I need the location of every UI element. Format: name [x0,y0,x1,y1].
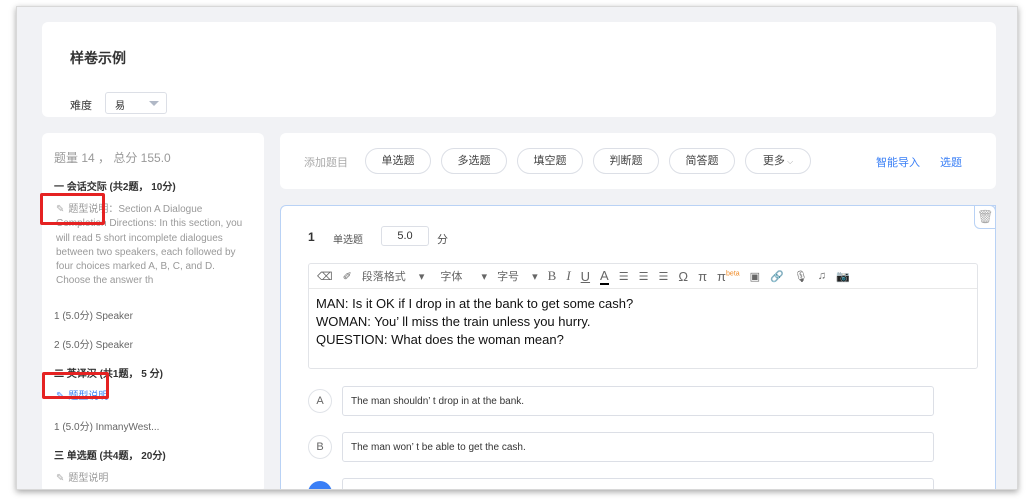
align-right-icon[interactable]: ☰ [658,270,668,283]
align-center-icon[interactable]: ☰ [639,270,649,283]
highlight-box [40,193,105,225]
difficulty-value: 易 [115,101,125,112]
outline-item[interactable]: 2 (5.0分) Speaker [54,336,252,351]
option-input[interactable]: The man shouldn’ t drop in at the bank. [342,386,934,416]
app-window: 样卷示例 难度 易 题量 14 ， 总分 155.0 一 会话交际 (共2题， … [16,6,1018,490]
option-row: B The man won’ t be able to get the cash… [308,432,934,462]
paper-header: 样卷示例 难度 易 [42,22,996,117]
smart-import-link[interactable]: 智能导入 [876,154,920,170]
pencil-icon: ✎ [56,473,65,485]
bold-icon[interactable]: B [548,268,557,284]
score-unit: 分 [437,234,448,246]
font-dropdown[interactable]: 字体 ▾ [440,268,487,284]
difficulty-label: 难度 [70,100,92,112]
highlight-box [42,372,109,399]
font-color-icon[interactable]: A [600,268,609,285]
question-type: 单选题 [333,235,363,246]
add-true-false-button[interactable]: 判断题 [593,148,659,174]
omega-icon[interactable]: Ω [678,269,688,284]
microphone-icon[interactable]: 🎙 [794,270,808,283]
image-icon[interactable]: ▣ [750,270,760,283]
option-letter[interactable] [308,481,332,489]
font-size-dropdown[interactable]: 字号 ▾ [497,268,538,284]
option-input[interactable] [342,478,934,489]
section-title: 三 单选题 (共4题， 20分) [54,451,166,463]
italic-icon[interactable]: I [566,268,570,284]
beta-badge: beta [726,270,740,278]
content-line: MAN: Is it OK if I drop in at the bank t… [316,296,634,311]
rich-text-editor[interactable]: ⌫ ✐ 段落格式 ▾ 字体 ▾ 字号 ▾ B I U A ☰ ☰ ☰ Ω π π… [308,263,978,369]
option-letter[interactable]: B [308,435,332,459]
add-short-answer-button[interactable]: 简答题 [669,148,735,174]
section-title: 一 会话交际 (共2题， 10分) [54,182,176,193]
align-left-icon[interactable]: ☰ [619,270,629,283]
editor-content[interactable]: MAN: Is it OK if I drop in at the bank t… [309,289,977,355]
add-question-label: 添加题目 [304,157,348,169]
add-single-choice-button[interactable]: 单选题 [365,148,431,174]
add-multi-choice-button[interactable]: 多选题 [441,148,507,174]
paragraph-format-dropdown[interactable]: 段落格式 ▾ [362,268,425,284]
option-row [308,478,934,489]
question-editor-card: 🗑 1 单选题 5.0 分 ⌫ ✐ 段落格式 ▾ 字体 ▾ 字号 ▾ B I U… [280,205,996,489]
more-types-button[interactable]: 更多 ⌵ [745,148,811,174]
score-input[interactable]: 5.0 [381,226,429,246]
camera-icon[interactable]: 📷 [836,270,850,283]
option-input[interactable]: The man won’ t be able to get the cash. [342,432,934,462]
chevron-down-icon: ⌵ [784,157,794,166]
more-label: 更多 [762,155,785,167]
difficulty-select[interactable]: 易 [105,92,167,114]
dropdown-label: 字号 [497,271,520,283]
desc-label: 题型说明 [68,473,109,485]
dropdown-label: 字体 [440,271,463,283]
select-questions-link[interactable]: 选题 [940,154,962,170]
outline-item[interactable]: 1 (5.0分) Speaker [54,307,252,322]
dropdown-label: 段落格式 [361,271,406,283]
link-icon[interactable]: 🔗 [770,270,784,283]
add-question-bar: 添加题目 单选题 多选题 填空题 判断题 简答题 更多 ⌵ 智能导入 选题 [280,133,996,189]
add-fill-blank-button[interactable]: 填空题 [517,148,583,174]
outline-sidebar: 题量 14 ， 总分 155.0 一 会话交际 (共2题， 10分) ✎ 题型说明… [42,133,264,489]
underline-icon[interactable]: U [581,269,590,284]
trash-icon[interactable]: 🗑 [974,205,996,229]
pi-icon[interactable]: π [698,269,707,284]
question-number: 1 [308,230,315,244]
content-line: QUESTION: What does the woman mean? [316,332,564,347]
music-icon[interactable]: ♫ [818,270,826,282]
caret-down-icon [149,101,159,106]
option-row: A The man shouldn’ t drop in at the bank… [308,386,934,416]
section-description[interactable]: ✎ 题型说明 [56,472,252,486]
format-painter-icon[interactable]: ✐ [343,270,352,283]
outline-item[interactable]: 1 (5.0分) InmanyWest... [54,418,252,433]
pi-beta-icon[interactable]: πbeta [717,269,740,284]
summary: 题量 14 ， 总分 155.0 [54,151,171,165]
editor-toolbar: ⌫ ✐ 段落格式 ▾ 字体 ▾ 字号 ▾ B I U A ☰ ☰ ☰ Ω π π… [309,264,977,289]
page-title: 样卷示例 [70,50,126,66]
eraser-icon[interactable]: ⌫ [317,270,333,283]
content-line: WOMAN: You’ ll miss the train unless you… [316,314,591,329]
option-letter[interactable]: A [308,389,332,413]
